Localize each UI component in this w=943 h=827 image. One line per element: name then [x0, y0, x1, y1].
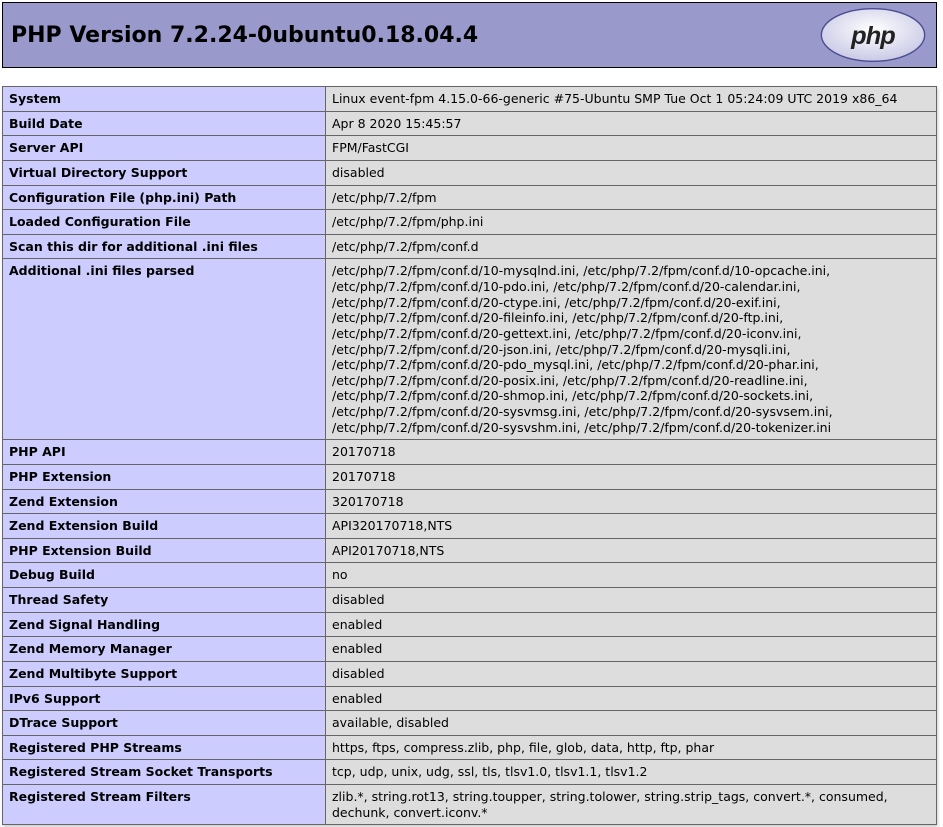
table-row: Registered Stream Filterszlib.*, string.…: [3, 785, 937, 825]
row-value: /etc/php/7.2/fpm/php.ini: [326, 210, 937, 235]
row-value: FPM/FastCGI: [326, 136, 937, 161]
row-label: Zend Extension: [3, 489, 326, 514]
row-value: https, ftps, compress.zlib, php, file, g…: [326, 735, 937, 760]
row-label: Zend Signal Handling: [3, 612, 326, 637]
row-value: Linux event-fpm 4.15.0-66-generic #75-Ub…: [326, 87, 937, 112]
row-value: API320170718,NTS: [326, 514, 937, 539]
row-label: Zend Memory Manager: [3, 637, 326, 662]
row-label: IPv6 Support: [3, 686, 326, 711]
row-label: Debug Build: [3, 563, 326, 588]
row-label: DTrace Support: [3, 711, 326, 736]
row-value: /etc/php/7.2/fpm/conf.d/10-mysqlnd.ini, …: [326, 259, 937, 440]
row-value: 320170718: [326, 489, 937, 514]
row-label: Server API: [3, 136, 326, 161]
table-row: PHP API20170718: [3, 440, 937, 465]
page-title: PHP Version 7.2.24-0ubuntu0.18.04.4: [11, 23, 478, 48]
row-value: disabled: [326, 661, 937, 686]
row-label: Build Date: [3, 111, 326, 136]
row-label: Configuration File (php.ini) Path: [3, 185, 326, 210]
row-value: zlib.*, string.rot13, string.toupper, st…: [326, 785, 937, 825]
row-value: /etc/php/7.2/fpm: [326, 185, 937, 210]
row-label: Additional .ini files parsed: [3, 259, 326, 440]
row-value: available, disabled: [326, 711, 937, 736]
row-value: disabled: [326, 588, 937, 613]
row-value: API20170718,NTS: [326, 538, 937, 563]
row-label: Zend Multibyte Support: [3, 661, 326, 686]
row-label: PHP Extension Build: [3, 538, 326, 563]
table-row: Zend Multibyte Supportdisabled: [3, 661, 937, 686]
row-value: /etc/php/7.2/fpm/conf.d: [326, 234, 937, 259]
row-label: Thread Safety: [3, 588, 326, 613]
row-value: tcp, udp, unix, udg, ssl, tls, tlsv1.0, …: [326, 760, 937, 785]
row-label: Zend Extension Build: [3, 514, 326, 539]
table-row: Server APIFPM/FastCGI: [3, 136, 937, 161]
info-table: SystemLinux event-fpm 4.15.0-66-generic …: [2, 86, 937, 825]
row-value: enabled: [326, 612, 937, 637]
row-label: Registered Stream Filters: [3, 785, 326, 825]
table-row: Configuration File (php.ini) Path/etc/ph…: [3, 185, 937, 210]
row-label: Registered PHP Streams: [3, 735, 326, 760]
row-label: PHP Extension: [3, 464, 326, 489]
table-row: Additional .ini files parsed/etc/php/7.2…: [3, 259, 937, 440]
row-value: enabled: [326, 637, 937, 662]
table-row: Build DateApr 8 2020 15:45:57: [3, 111, 937, 136]
row-value: 20170718: [326, 464, 937, 489]
row-label: Loaded Configuration File: [3, 210, 326, 235]
row-label: System: [3, 87, 326, 112]
table-row: Zend Extension320170718: [3, 489, 937, 514]
row-label: Registered Stream Socket Transports: [3, 760, 326, 785]
table-row: Thread Safetydisabled: [3, 588, 937, 613]
header-panel: PHP Version 7.2.24-0ubuntu0.18.04.4 php: [2, 2, 937, 68]
table-row: DTrace Supportavailable, disabled: [3, 711, 937, 736]
row-value: enabled: [326, 686, 937, 711]
php-logo-icon: php: [818, 6, 928, 64]
table-row: Zend Signal Handlingenabled: [3, 612, 937, 637]
row-value: disabled: [326, 160, 937, 185]
row-label: PHP API: [3, 440, 326, 465]
table-row: Loaded Configuration File/etc/php/7.2/fp…: [3, 210, 937, 235]
row-label: Virtual Directory Support: [3, 160, 326, 185]
table-row: Zend Extension BuildAPI320170718,NTS: [3, 514, 937, 539]
table-row: Virtual Directory Supportdisabled: [3, 160, 937, 185]
row-value: 20170718: [326, 440, 937, 465]
svg-text:php: php: [850, 22, 895, 50]
table-row: Registered PHP Streamshttps, ftps, compr…: [3, 735, 937, 760]
table-row: IPv6 Supportenabled: [3, 686, 937, 711]
table-row: Registered Stream Socket Transportstcp, …: [3, 760, 937, 785]
row-label: Scan this dir for additional .ini files: [3, 234, 326, 259]
table-row: Scan this dir for additional .ini files/…: [3, 234, 937, 259]
row-value: Apr 8 2020 15:45:57: [326, 111, 937, 136]
table-row: SystemLinux event-fpm 4.15.0-66-generic …: [3, 87, 937, 112]
row-value: no: [326, 563, 937, 588]
table-row: PHP Extension20170718: [3, 464, 937, 489]
table-row: PHP Extension BuildAPI20170718,NTS: [3, 538, 937, 563]
table-row: Debug Buildno: [3, 563, 937, 588]
table-row: Zend Memory Managerenabled: [3, 637, 937, 662]
